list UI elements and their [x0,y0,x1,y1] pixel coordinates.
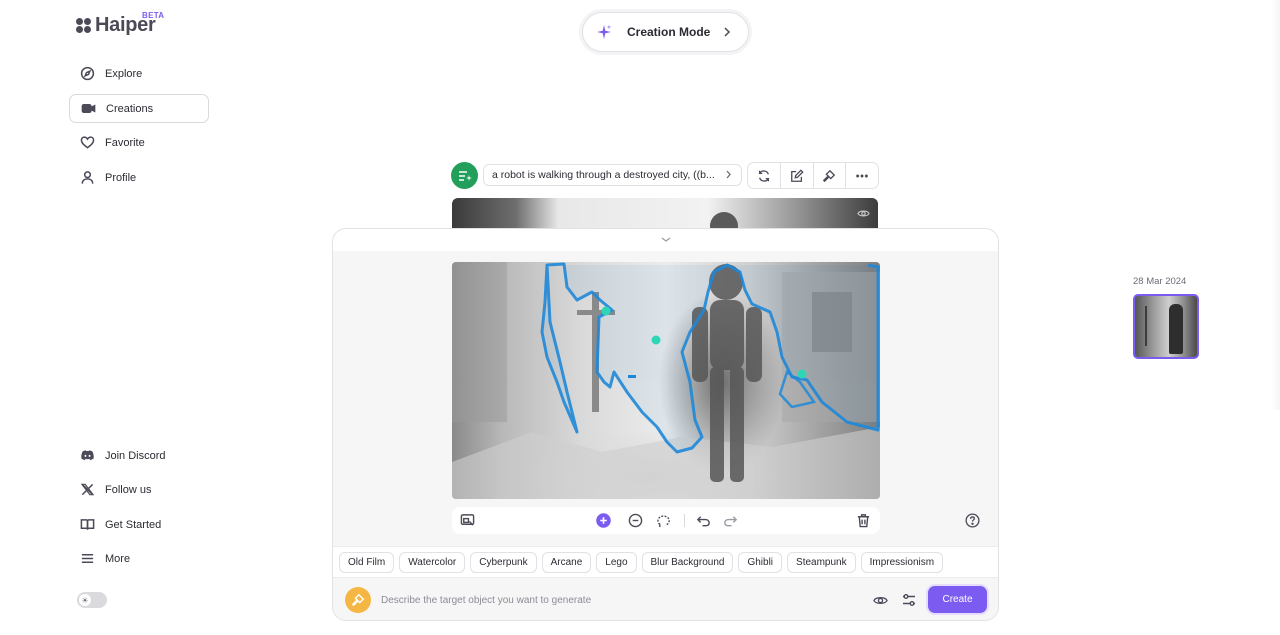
sidebar-item-discord[interactable]: Join Discord [69,441,209,470]
menu-icon [79,551,95,567]
brush-button[interactable] [814,163,847,188]
chevron-down-icon [661,237,670,242]
sidebar-item-label: Favorite [105,136,145,149]
app-root: Haiper BETA Explore Creations Favorite P… [0,0,1280,635]
sidebar-item-label: Join Discord [105,449,166,462]
question-icon [965,513,980,528]
style-chip-watercolor[interactable]: Watercolor [399,551,466,573]
more-options-button[interactable] [846,163,878,188]
sidebar-item-get-started[interactable]: Get Started [69,510,209,539]
style-chip-arcane[interactable]: Arcane [541,551,592,573]
style-presets: Old Film Watercolor Cyberpunk Arcane Leg… [333,546,998,578]
style-chip-lego[interactable]: Lego [596,551,637,573]
chevron-right-icon [726,170,731,179]
video-camera-icon [80,101,96,117]
theme-toggle[interactable]: ☀ [77,592,107,608]
lasso-icon [657,515,670,528]
undo-icon [696,516,710,527]
history-thumbnail[interactable] [1133,294,1199,359]
x-logo-icon [79,482,95,498]
add-point-button[interactable] [596,513,611,528]
compass-icon [79,66,95,82]
creation-mode-label: Creation Mode [627,25,711,39]
mask-point[interactable] [797,369,807,379]
sidebar-item-follow-us[interactable]: Follow us [69,475,209,504]
sun-icon: ☀ [79,594,91,606]
plus-circle-icon [596,513,611,528]
delete-button[interactable] [856,513,871,528]
style-chip-cyberpunk[interactable]: Cyberpunk [470,551,537,573]
sidebar-item-explore[interactable]: Explore [69,59,209,88]
help-button[interactable] [965,513,980,528]
sidebar-item-favorite[interactable]: Favorite [69,128,209,157]
thumb-robot [1169,304,1183,354]
sparkle-icon [597,24,612,39]
select-region-button[interactable] [460,513,475,528]
user-icon [79,170,95,186]
remove-point-button[interactable] [628,513,643,528]
beta-badge: BETA [142,11,165,20]
prompt-text[interactable]: a robot is walking through a destroyed c… [483,164,742,186]
sidebar-item-label: More [105,552,131,565]
mask-point[interactable] [601,306,611,316]
mask-toolbar [452,507,880,534]
prompt-type-icon [451,162,478,189]
edit-panel: Old Film Watercolor Cyberpunk Arcane Leg… [332,228,999,621]
thumb-pole [1145,306,1147,346]
prompt-input-row: Create [333,578,998,620]
discord-icon [79,448,95,464]
regenerate-button[interactable] [748,163,781,188]
refresh-icon [758,169,769,182]
heart-icon [79,135,95,151]
sidebar-item-creations[interactable]: Creations [69,94,209,123]
lasso-button[interactable] [657,513,672,528]
sidebar-item-label: Profile [105,171,137,184]
scrollbar-track [1270,0,1280,410]
minus-circle-icon [628,513,643,528]
redo-icon [724,516,738,527]
mask-point[interactable] [651,335,661,345]
edit-icon [790,168,804,182]
logo-mark-icon [76,17,92,34]
history-date: 28 Mar 2024 [1133,276,1187,287]
target-object-input[interactable] [381,592,801,608]
mask-overlay [452,262,880,499]
collapse-panel-button[interactable] [333,229,998,251]
mask-canvas[interactable] [452,262,880,499]
settings-button[interactable] [901,592,917,608]
eye-icon [873,597,888,604]
sidebar-item-label: Explore [105,67,143,80]
style-chip-impressionism[interactable]: Impressionism [860,551,944,573]
haiper-logo[interactable]: Haiper BETA [76,11,164,37]
sidebar-item-more[interactable]: More [69,544,209,573]
prompt-text-value: a robot is walking through a destroyed c… [492,169,715,181]
style-chip-blur-background[interactable]: Blur Background [641,551,734,573]
creation-mode-button[interactable]: Creation Mode [582,12,749,52]
prompt-toolbar [747,162,879,189]
style-chip-old-film[interactable]: Old Film [339,551,395,573]
sidebar-item-label: Get Started [105,518,162,531]
select-region-icon [460,514,475,526]
undo-button[interactable] [696,513,711,528]
chevron-right-icon [724,27,731,37]
brush-mode-icon [345,587,371,613]
more-dots-icon [856,174,868,177]
video-preview[interactable] [452,198,878,230]
edit-button[interactable] [781,163,814,188]
sidebar-item-profile[interactable]: Profile [69,163,209,192]
brush-icon [823,169,836,182]
sliders-icon [903,594,915,606]
create-button[interactable]: Create [928,586,987,613]
style-chip-ghibli[interactable]: Ghibli [738,551,783,573]
book-icon [79,517,95,533]
eye-icon[interactable] [857,207,870,220]
sidebar-item-label: Follow us [105,483,152,496]
style-chip-steampunk[interactable]: Steampunk [787,551,856,573]
toolbar-divider [684,514,685,527]
redo-button[interactable] [723,513,738,528]
sidebar-item-label: Creations [106,102,154,115]
toggle-mask-visibility-button[interactable] [873,593,888,608]
trash-icon [857,514,870,528]
